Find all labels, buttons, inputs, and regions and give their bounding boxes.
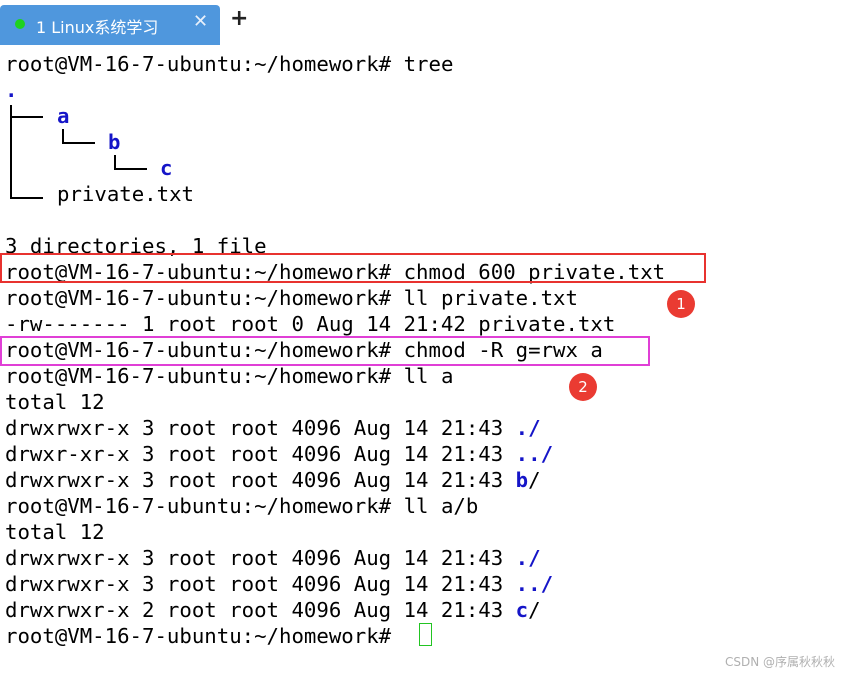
- ls-output-line: drwxr-xr-x 3 root root 4096 Aug 14 21:43…: [5, 442, 554, 466]
- terminal-tab[interactable]: 1 Linux系统学习 ✕: [0, 5, 220, 45]
- terminal-line: root@VM-16-7-ubuntu:~/homework# ll a: [5, 363, 453, 389]
- tree-dir-a: a: [57, 104, 70, 128]
- tree-dir-b: b: [108, 130, 121, 154]
- ls-total: total 12: [5, 520, 105, 544]
- ls-output-line: drwxrwxr-x 3 root root 4096 Aug 14 21:43…: [5, 546, 541, 570]
- dir-entry: ../: [515, 572, 554, 596]
- dir-entry: ../: [515, 442, 554, 466]
- ls-output-line: drwxrwxr-x 3 root root 4096 Aug 14 21:43…: [5, 572, 554, 596]
- tree-branch-line: [10, 116, 43, 118]
- terminal-line: root@VM-16-7-ubuntu:~/homework#: [5, 623, 391, 649]
- terminal-line: root@VM-16-7-ubuntu:~/homework# ll priva…: [5, 285, 578, 311]
- dir-entry: b: [515, 468, 529, 492]
- command: tree: [403, 52, 454, 76]
- ls-total: total 12: [5, 390, 105, 414]
- command: ll a: [403, 364, 454, 388]
- tree-branch-line: [62, 129, 64, 142]
- tab-label: 1 Linux系统学习: [36, 18, 159, 37]
- prompt: root@VM-16-7-ubuntu:~/homework#: [5, 286, 392, 310]
- annotation-badge-2: 2: [569, 373, 597, 401]
- command: ll a/b: [403, 494, 479, 518]
- dir-entry: c: [515, 598, 529, 622]
- tree-branch-line: [114, 168, 147, 170]
- ls-output-line: -rw------- 1 root root 0 Aug 14 21:42 pr…: [5, 312, 616, 336]
- prompt: root@VM-16-7-ubuntu:~/homework#: [5, 364, 392, 388]
- terminal-line: root@VM-16-7-ubuntu:~/homework# tree: [5, 51, 453, 77]
- tab-bar: 1 Linux系统学习 ✕ +: [0, 0, 847, 45]
- terminal-line: root@VM-16-7-ubuntu:~/homework# ll a/b: [5, 493, 478, 519]
- tree-branch-line: [114, 155, 116, 168]
- highlight-box-chmod-file: [0, 253, 706, 283]
- tree-branch-line: [62, 142, 95, 144]
- annotation-badge-1: 1: [667, 290, 695, 318]
- highlight-box-chmod-dir: [0, 336, 650, 366]
- command: ll private.txt: [403, 286, 578, 310]
- ls-output-line: drwxrwxr-x 2 root root 4096 Aug 14 21:43…: [5, 598, 541, 622]
- prompt: root@VM-16-7-ubuntu:~/homework#: [5, 52, 392, 76]
- ls-output-line: drwxrwxr-x 3 root root 4096 Aug 14 21:43…: [5, 416, 541, 440]
- dir-entry: ./: [515, 416, 541, 440]
- close-tab-icon[interactable]: ✕: [193, 11, 208, 32]
- watermark: CSDN @序属秋秋秋: [724, 655, 835, 669]
- ls-output-line: drwxrwxr-x 3 root root 4096 Aug 14 21:43…: [5, 468, 541, 492]
- prompt: root@VM-16-7-ubuntu:~/homework#: [5, 494, 392, 518]
- new-tab-button[interactable]: +: [230, 8, 250, 31]
- tree-file: private.txt: [57, 182, 195, 206]
- connection-status-icon: [15, 19, 25, 29]
- tree-branch-line: [10, 197, 43, 199]
- tree-branch-line: [10, 105, 12, 198]
- prompt: root@VM-16-7-ubuntu:~/homework#: [5, 624, 392, 648]
- terminal-cursor: [419, 623, 432, 646]
- tree-root: .: [5, 78, 18, 102]
- dir-entry: ./: [515, 546, 541, 570]
- tree-dir-c: c: [160, 156, 173, 180]
